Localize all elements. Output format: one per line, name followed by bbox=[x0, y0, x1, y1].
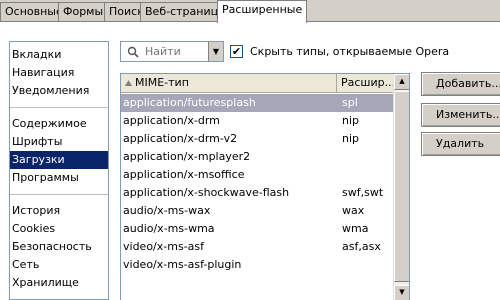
sidebar-item-downloads[interactable]: Загрузки bbox=[10, 151, 108, 169]
extension-cell: wma bbox=[342, 222, 369, 235]
mime-type-cell: audio/x-ms-wax bbox=[123, 204, 211, 217]
column-header-mime[interactable]: MIME-тип bbox=[121, 74, 337, 93]
extension-cell: nip bbox=[342, 114, 360, 127]
advanced-panel: Вкладки Навигация Уведомления Содержимое… bbox=[0, 22, 500, 300]
search-input[interactable] bbox=[145, 44, 205, 59]
extension-cell: swf,swt bbox=[342, 186, 384, 199]
column-header-mime-label: MIME-тип bbox=[135, 76, 189, 89]
sidebar-item-notifications[interactable]: Уведомления bbox=[10, 82, 108, 100]
search-box[interactable]: ▼ bbox=[120, 41, 224, 62]
mime-type-cell: video/x-ms-asf bbox=[123, 240, 204, 253]
sidebar-item-storage[interactable]: Хранилище bbox=[10, 274, 108, 292]
sidebar-item-programs[interactable]: Программы bbox=[10, 169, 108, 187]
vertical-scrollbar[interactable]: ▲ ▼ bbox=[393, 74, 409, 300]
mime-type-cell: application/x-drm-v2 bbox=[123, 132, 238, 145]
mime-type-cell: application/x-drm bbox=[123, 114, 220, 127]
tab-forms[interactable]: Формы bbox=[58, 2, 109, 22]
scroll-down-icon[interactable]: ▼ bbox=[394, 285, 409, 300]
chevron-down-icon[interactable]: ▼ bbox=[208, 42, 223, 61]
sort-ascending-icon bbox=[125, 80, 132, 86]
table-row[interactable]: application/x-msoffice bbox=[121, 166, 394, 184]
extension-cell: nip bbox=[342, 132, 360, 145]
sidebar-item-security[interactable]: Безопасность bbox=[10, 238, 108, 256]
table-row[interactable]: video/x-ms-asf-plugin bbox=[121, 256, 394, 274]
sidebar-divider bbox=[10, 107, 108, 108]
hide-opera-types-label: Скрыть типы, открываемые Opera bbox=[250, 45, 450, 58]
add-button[interactable]: Добавить... bbox=[421, 72, 500, 96]
table-row[interactable]: application/x-mplayer2 bbox=[121, 148, 394, 166]
column-header-extension[interactable]: Расшир... bbox=[337, 74, 394, 93]
hide-opera-types-checkbox[interactable]: ✔ bbox=[230, 45, 243, 58]
sidebar: Вкладки Навигация Уведомления Содержимое… bbox=[9, 41, 109, 300]
table-row[interactable]: audio/x-ms-wax wax bbox=[121, 202, 394, 220]
sidebar-divider bbox=[10, 194, 108, 195]
sidebar-item-network[interactable]: Сеть bbox=[10, 256, 108, 274]
table-row[interactable]: application/futuresplash spl bbox=[121, 94, 394, 112]
mime-type-cell: audio/x-ms-wma bbox=[123, 222, 215, 235]
sidebar-item-tabs[interactable]: Вкладки bbox=[10, 46, 108, 64]
table-row[interactable]: video/x-ms-asf asf,asx bbox=[121, 238, 394, 256]
sidebar-item-history[interactable]: История bbox=[10, 202, 108, 220]
mime-type-cell: application/x-mplayer2 bbox=[123, 150, 251, 163]
table-row[interactable]: application/x-shockwave-flash swf,swt bbox=[121, 184, 394, 202]
edit-button[interactable]: Изменить... bbox=[421, 103, 500, 127]
search-icon bbox=[127, 46, 139, 58]
mime-type-cell: application/x-shockwave-flash bbox=[123, 186, 290, 199]
tab-advanced[interactable]: Расширенные bbox=[217, 0, 308, 23]
table-row[interactable]: application/x-drm-v2 nip bbox=[121, 130, 394, 148]
scrollbar-thumb[interactable] bbox=[394, 91, 409, 282]
mime-types-table: MIME-тип Расшир... application/futurespl… bbox=[120, 73, 410, 300]
scroll-up-icon[interactable]: ▲ bbox=[394, 74, 409, 90]
sidebar-item-content[interactable]: Содержимое bbox=[10, 115, 108, 133]
tab-bar: Основные Формы Поиск Веб-страницы Расшир… bbox=[0, 0, 500, 23]
delete-button[interactable]: Удалить bbox=[421, 132, 500, 156]
mime-type-cell: application/x-msoffice bbox=[123, 168, 245, 181]
table-body: application/futuresplash spl application/x… bbox=[121, 94, 394, 274]
table-row[interactable]: audio/x-ms-wma wma bbox=[121, 220, 394, 238]
sidebar-item-fonts[interactable]: Шрифты bbox=[10, 133, 108, 151]
sidebar-item-cookies[interactable]: Cookies bbox=[10, 220, 108, 238]
extension-cell: asf,asx bbox=[342, 240, 381, 253]
sidebar-item-navigation[interactable]: Навигация bbox=[10, 64, 108, 82]
mime-type-cell: video/x-ms-asf-plugin bbox=[123, 258, 242, 271]
table-header: MIME-тип Расшир... bbox=[121, 74, 394, 93]
mime-type-cell: application/futuresplash bbox=[123, 96, 256, 109]
extension-cell: wax bbox=[342, 204, 365, 217]
extension-cell: spl bbox=[342, 96, 358, 109]
table-row[interactable]: application/x-drm nip bbox=[121, 112, 394, 130]
